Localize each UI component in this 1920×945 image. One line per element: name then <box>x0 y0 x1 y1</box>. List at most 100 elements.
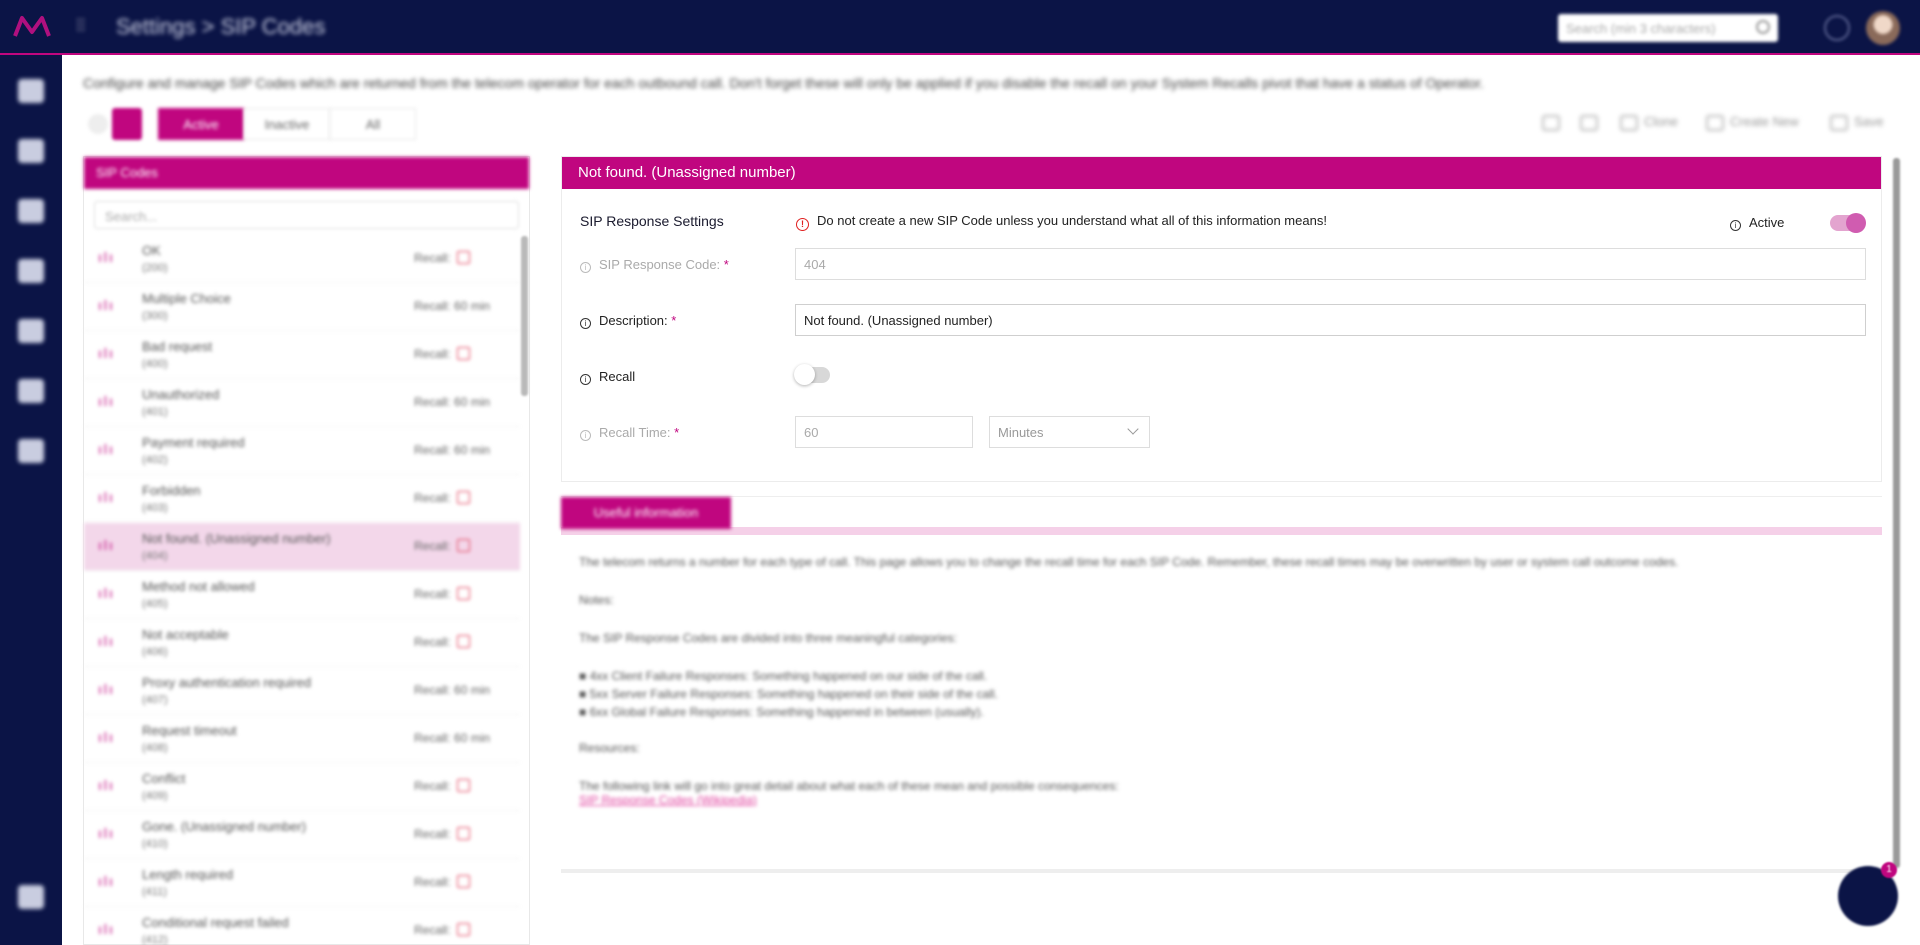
inbox-icon[interactable] <box>18 199 44 223</box>
filter-icon[interactable] <box>112 108 142 140</box>
recall-summary: Recall: <box>414 587 470 601</box>
list-item[interactable]: ılı Gone. (Unassigned number) (410) Recall: <box>84 811 520 859</box>
sip-code-number: (407) <box>142 694 168 706</box>
recall-label-text: Recall <box>599 369 636 384</box>
sip-code-number: (411) <box>142 886 167 898</box>
description-field[interactable]: Not found. (Unassigned number) <box>795 304 1866 336</box>
recall-time-field[interactable]: 60 <box>795 416 973 448</box>
clone-label: Clone <box>1644 114 1678 129</box>
sip-code-name: Multiple Choice <box>142 291 231 306</box>
useful-body: The telecom returns a number for each ty… <box>579 555 1859 807</box>
avatar[interactable] <box>1866 11 1900 45</box>
list-item[interactable]: ılı Not acceptable (406) Recall: <box>84 619 520 667</box>
settings-nav-icon[interactable] <box>18 439 44 463</box>
sip-code-label-text: SIP Response Code: <box>599 257 721 272</box>
sip-code-icon: ılı <box>98 921 115 937</box>
recall-summary-text: Recall: <box>414 347 451 361</box>
list-item[interactable]: ılı Multiple Choice (300) Recall: 60 min <box>84 283 520 331</box>
warning-message: ! Do not create a new SIP Code unless you… <box>796 213 1327 231</box>
create-icon <box>1706 114 1724 131</box>
no-recall-icon <box>456 491 470 504</box>
recall-summary-text: Recall: <box>414 923 451 937</box>
recall-summary-text: Recall: <box>414 635 451 649</box>
list-scrollbar[interactable] <box>521 236 528 396</box>
tab-useful-information[interactable]: Useful information <box>561 497 731 529</box>
help-icon[interactable] <box>1824 15 1850 41</box>
list-item[interactable]: ılı Conflict (409) Recall: <box>84 763 520 811</box>
info-icon: i <box>580 374 591 385</box>
resources-text: The following link will go into great de… <box>579 779 1119 793</box>
list-item[interactable]: ılı Proxy authentication required (407) Rec… <box>84 667 520 715</box>
list-item[interactable]: ılı Forbidden (403) Recall: <box>84 475 520 523</box>
no-recall-icon <box>456 347 470 360</box>
sip-code-name: OK <box>142 243 161 258</box>
global-search-input[interactable]: Search (min 3 characters) <box>1558 14 1778 42</box>
recall-summary-text: Recall: 60 min <box>414 395 491 409</box>
resources-heading: Resources: <box>579 741 640 755</box>
contacts-icon[interactable] <box>18 319 44 343</box>
recall-summary: Recall: 60 min <box>414 731 490 745</box>
recall-summary-text: Recall: <box>414 827 451 841</box>
save-button[interactable]: Save <box>1830 114 1884 134</box>
sip-code-number: (408) <box>142 742 168 754</box>
clone-button[interactable]: Clone <box>1620 114 1678 134</box>
back-icon[interactable] <box>88 114 108 134</box>
recall-toggle[interactable] <box>794 364 830 385</box>
recall-label: i Recall <box>580 369 635 385</box>
sip-code-name: Not found. (Unassigned number) <box>142 531 331 546</box>
database-icon[interactable] <box>18 259 44 283</box>
sip-code-name: Not acceptable <box>142 627 229 642</box>
reports-icon[interactable] <box>18 379 44 403</box>
recall-summary-text: Recall: 60 min <box>414 683 491 697</box>
detail-title: Not found. (Unassigned number) <box>562 157 1881 189</box>
list-item[interactable]: ılı Not found. (Unassigned number) (404) Re… <box>84 523 520 571</box>
active-toggle[interactable] <box>1830 213 1866 233</box>
list-item[interactable]: ılı Unauthorized (401) Recall: 60 min <box>84 379 520 427</box>
list-item[interactable]: ılı Bad request (400) Recall: <box>84 331 520 379</box>
filter-inactive-button[interactable]: Inactive <box>244 108 330 140</box>
sip-code-field[interactable]: 404 <box>795 248 1866 280</box>
recall-summary: Recall: 60 min <box>414 395 490 409</box>
sip-codes-link[interactable]: SIP Response Codes (Wikipedia) <box>579 793 757 807</box>
sip-code-icon: ılı <box>98 585 115 601</box>
no-recall-icon <box>456 251 470 264</box>
undo-icon[interactable] <box>1542 114 1566 134</box>
dashboard-icon[interactable] <box>18 79 44 103</box>
category-list: ■ 4xx Client Failure Responses: Somethin… <box>579 669 1859 719</box>
recall-unit-value: Minutes <box>998 425 1044 440</box>
sip-code-name: Unauthorized <box>142 387 220 402</box>
tab-underline <box>561 527 1882 535</box>
create-new-button[interactable]: Create New <box>1706 114 1799 134</box>
list-item[interactable]: ılı OK (200) Recall: <box>84 235 520 283</box>
no-recall-icon <box>456 779 470 792</box>
useful-information-card: Useful information The telecom returns a… <box>561 496 1882 873</box>
app-logo[interactable] <box>12 12 52 42</box>
description-label-text: Description: <box>599 313 668 328</box>
refresh-icon[interactable] <box>1580 114 1604 134</box>
no-recall-icon <box>456 827 470 840</box>
filter-all-button[interactable]: All <box>330 108 416 140</box>
useful-intro: The telecom returns a number for each ty… <box>579 555 1679 569</box>
recall-summary: Recall: 60 min <box>414 683 490 697</box>
list-item[interactable]: ılı Length required (411) Recall: <box>84 859 520 907</box>
global-search-placeholder: Search (min 3 characters) <box>1566 21 1716 36</box>
list-icon[interactable] <box>18 139 44 163</box>
list-item[interactable]: ılı Payment required (402) Recall: 60 min <box>84 427 520 475</box>
sip-code-number: (401) <box>142 406 168 418</box>
no-recall-icon <box>456 923 470 936</box>
recall-summary: Recall: <box>414 875 470 889</box>
top-bar: ⫶⫶ Settings > SIP Codes Search (min 3 ch… <box>0 0 1920 55</box>
sip-code-number: (412) <box>142 934 168 945</box>
list-search-input[interactable]: Search... <box>94 201 519 229</box>
recall-unit-select[interactable]: Minutes <box>989 416 1150 448</box>
bottom-nav-icon[interactable] <box>18 885 44 909</box>
chevron-down-icon <box>1127 423 1139 435</box>
page-scrollbar[interactable] <box>1893 158 1900 868</box>
sip-code-name: Bad request <box>142 339 213 354</box>
recall-summary: Recall: 60 min <box>414 443 490 457</box>
list-item[interactable]: ılı Method not allowed (405) Recall: <box>84 571 520 619</box>
filter-active-button[interactable]: Active <box>158 108 244 140</box>
active-label: i Active <box>1730 215 1784 231</box>
list-item[interactable]: ılı Conditional request failed (412) Recall… <box>84 907 520 945</box>
list-item[interactable]: ılı Request timeout (408) Recall: 60 min <box>84 715 520 763</box>
